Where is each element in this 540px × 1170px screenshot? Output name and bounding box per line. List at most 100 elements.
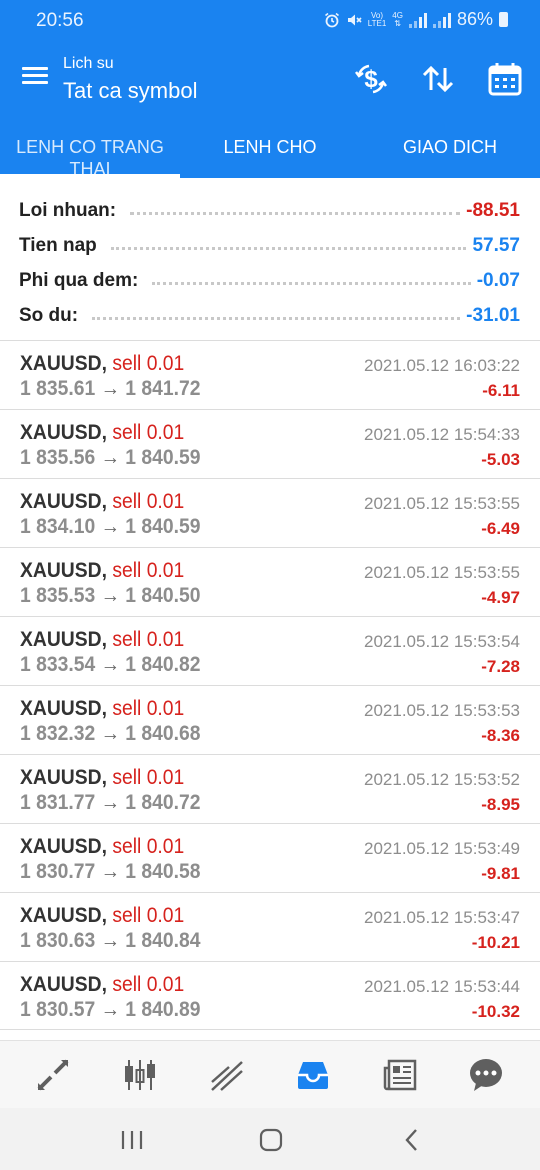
trade-icon[interactable] xyxy=(209,1057,245,1093)
deal-prices: 1 830.57 → 1 840.89 xyxy=(20,998,200,1022)
symbol-text: XAUUSD, xyxy=(20,766,107,789)
deal-time: 2021.05.12 15:53:54 xyxy=(364,632,520,651)
volte-label-bottom: LTE1 xyxy=(367,18,387,28)
deal-prices: 1 835.61 → 1 841.72 xyxy=(20,377,200,401)
deal-row[interactable]: XAUUSD, sell 0.01 1 835.61 → 1 841.72 20… xyxy=(0,340,540,409)
symbol-text: XAUUSD, xyxy=(20,352,107,375)
symbol-text: XAUUSD, xyxy=(20,697,107,720)
deal-symbol: XAUUSD, sell 0.01 xyxy=(20,559,184,583)
open-price: 1 835.56 xyxy=(20,446,96,469)
deal-prices: 1 835.56 → 1 840.59 xyxy=(20,446,200,470)
recent-apps-icon[interactable] xyxy=(118,1126,146,1154)
arrow-right-icon: → xyxy=(100,929,120,952)
close-price: 1 840.89 xyxy=(125,998,201,1021)
history-inbox-icon[interactable] xyxy=(295,1057,331,1093)
tab-deals[interactable]: GIAO DICH xyxy=(360,114,540,178)
deal-time: 2021.05.12 15:53:49 xyxy=(364,839,520,858)
hamburger-icon xyxy=(22,67,52,84)
sort-arrows-icon[interactable] xyxy=(419,60,457,98)
summary-row-deposit: Tien nap 57.57 xyxy=(0,228,540,263)
deal-row[interactable]: XAUUSD, sell 0.01 1 830.57 → 1 840.89 20… xyxy=(0,961,540,1030)
account-summary: Loi nhuan: -88.51 Tien nap 57.57 Phi qua… xyxy=(0,178,540,340)
arrow-right-icon: → xyxy=(100,584,120,607)
volte-label: Vo) LTE1 xyxy=(367,11,387,28)
signal-icon-2 xyxy=(432,12,451,28)
deal-profit: -6.11 xyxy=(482,381,520,400)
close-price: 1 840.59 xyxy=(125,515,201,538)
arrow-right-icon: → xyxy=(100,377,120,400)
battery-percent: 86% xyxy=(456,9,493,29)
deal-symbol: XAUUSD, sell 0.01 xyxy=(20,973,184,997)
arrow-right-icon: → xyxy=(100,446,120,469)
news-icon[interactable] xyxy=(382,1057,418,1093)
deal-row[interactable]: XAUUSD, sell 0.01 1 833.54 → 1 840.82 20… xyxy=(0,616,540,685)
summary-row-balance: So du: -31.01 xyxy=(0,298,540,333)
deal-side: sell 0.01 xyxy=(112,352,185,375)
deal-row[interactable]: XAUUSD, sell 0.01 1 830.63 → 1 840.84 20… xyxy=(0,892,540,961)
open-price: 1 831.77 xyxy=(20,791,96,814)
deal-side: sell 0.01 xyxy=(112,766,185,789)
dollar-refresh-icon[interactable]: $ xyxy=(352,60,390,98)
deal-row[interactable]: XAUUSD, sell 0.01 1 834.10 → 1 840.59 20… xyxy=(0,478,540,547)
deal-symbol: XAUUSD, sell 0.01 xyxy=(20,352,184,376)
deal-symbol: XAUUSD, sell 0.01 xyxy=(20,421,184,445)
mute-icon xyxy=(347,14,362,25)
deal-symbol: XAUUSD, sell 0.01 xyxy=(20,835,184,859)
tab-orders[interactable]: LENH CHO xyxy=(180,114,360,178)
calendar-icon[interactable] xyxy=(486,60,524,98)
deal-time: 2021.05.12 15:53:47 xyxy=(364,908,520,927)
deal-row[interactable]: XAUUSD, sell 0.01 1 831.77 → 1 840.72 20… xyxy=(0,754,540,823)
deal-row[interactable]: XAUUSD, sell 0.01 1 835.53 → 1 840.50 20… xyxy=(0,547,540,616)
deal-side: sell 0.01 xyxy=(112,559,185,582)
deal-row[interactable]: XAUUSD, sell 0.01 1 832.32 → 1 840.68 20… xyxy=(0,685,540,754)
arrow-right-icon: → xyxy=(100,791,120,814)
deal-row[interactable]: XAUUSD, sell 0.01 1 830.77 → 1 840.58 20… xyxy=(0,823,540,892)
arrow-right-icon: → xyxy=(100,860,120,883)
menu-button[interactable] xyxy=(22,64,52,90)
svg-text:$: $ xyxy=(364,66,378,93)
close-price: 1 840.82 xyxy=(125,653,201,676)
deal-symbol: XAUUSD, sell 0.01 xyxy=(20,697,184,721)
symbol-text: XAUUSD, xyxy=(20,559,107,582)
chart-candles-icon[interactable] xyxy=(122,1057,158,1093)
open-price: 1 830.77 xyxy=(20,860,96,883)
deal-profit: -6.49 xyxy=(481,519,520,538)
deal-profit: -7.28 xyxy=(481,657,520,676)
deal-time: 2021.05.12 15:53:53 xyxy=(364,701,520,720)
arrow-right-icon: → xyxy=(100,653,120,676)
summary-row-swap: Phi qua dem: -0.07 xyxy=(0,263,540,298)
symbol-text: XAUUSD, xyxy=(20,973,107,996)
deal-prices: 1 831.77 → 1 840.72 xyxy=(20,791,200,815)
tab-positions[interactable]: LENH CO TRANG THAI xyxy=(0,114,180,178)
open-price: 1 833.54 xyxy=(20,653,96,676)
close-price: 1 840.59 xyxy=(125,446,201,469)
arrow-right-icon: → xyxy=(100,722,120,745)
summary-value: -0.07 xyxy=(476,269,520,291)
summary-label: So du: xyxy=(19,304,87,327)
deal-side: sell 0.01 xyxy=(112,490,185,513)
page-title[interactable]: Tat ca symbol xyxy=(63,78,198,104)
deal-profit: -8.95 xyxy=(481,795,520,814)
symbol-text: XAUUSD, xyxy=(20,835,107,858)
deal-profit: -10.32 xyxy=(471,1002,520,1021)
deal-row[interactable]: XAUUSD, sell 0.01 1 835.56 → 1 840.59 20… xyxy=(0,409,540,478)
open-price: 1 835.61 xyxy=(20,377,96,400)
deal-profit: -9.81 xyxy=(481,864,520,883)
summary-label: Phi qua dem: xyxy=(19,269,147,292)
home-icon[interactable] xyxy=(257,1126,285,1154)
close-price: 1 841.72 xyxy=(125,377,201,400)
symbol-text: XAUUSD, xyxy=(20,421,107,444)
deal-profit: -4.97 xyxy=(481,588,520,607)
deal-time: 2021.05.12 15:53:52 xyxy=(364,770,520,789)
back-icon[interactable] xyxy=(398,1126,426,1154)
open-price: 1 830.63 xyxy=(20,929,96,952)
tab-bar: LENH CO TRANG THAI LENH CHO GIAO DICH xyxy=(0,114,540,178)
deal-prices: 1 830.63 → 1 840.84 xyxy=(20,929,200,953)
close-price: 1 840.58 xyxy=(125,860,201,883)
deal-side: sell 0.01 xyxy=(112,628,185,651)
quotes-icon[interactable] xyxy=(35,1057,71,1093)
close-price: 1 840.84 xyxy=(125,929,201,952)
chat-icon[interactable] xyxy=(468,1057,504,1093)
status-time: 20:56 xyxy=(36,10,84,31)
deal-time: 2021.05.12 15:53:55 xyxy=(364,494,520,513)
